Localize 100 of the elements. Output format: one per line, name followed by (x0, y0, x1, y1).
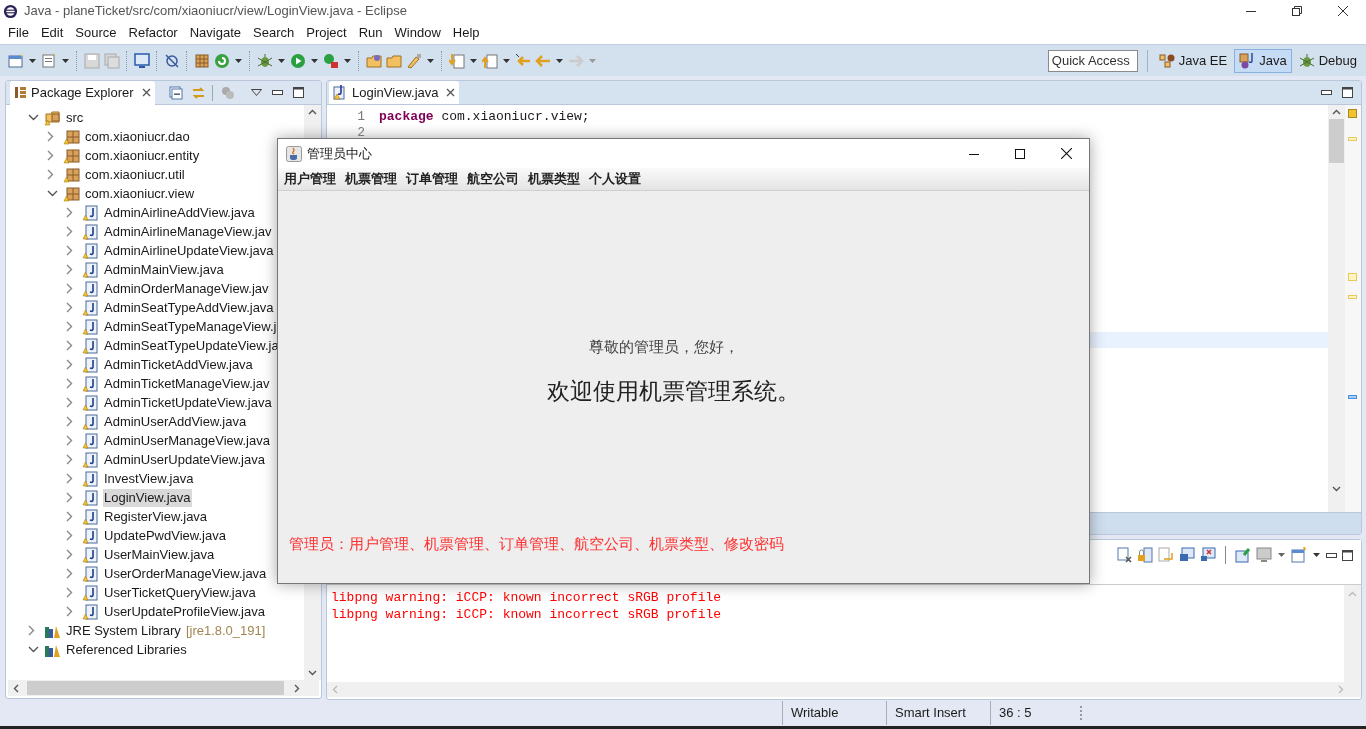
chevron-right-icon[interactable] (66, 359, 73, 370)
menu-item[interactable]: Run (352, 22, 389, 44)
tree-item[interactable]: AdminAirlineAddView.java (103, 203, 256, 222)
tree-item[interactable]: LoginView.java (103, 488, 192, 507)
tree-item[interactable]: AdminUserUpdateView.java (103, 450, 266, 469)
menu-item[interactable]: Window (388, 22, 447, 44)
dropdown-icon[interactable] (277, 57, 286, 64)
scrollbar-thumb[interactable] (1329, 119, 1344, 163)
tree-item[interactable]: AdminUserManageView.java (103, 431, 271, 450)
chevron-down-icon[interactable] (47, 190, 58, 197)
menu-item[interactable]: 机票管理 (341, 168, 401, 190)
menu-item[interactable]: Refactor (122, 22, 184, 44)
grid-icon[interactable] (194, 52, 210, 69)
dropdown-icon[interactable] (343, 57, 352, 64)
bug-icon[interactable] (257, 52, 273, 69)
menu-item[interactable]: Source (69, 22, 123, 44)
open-folder-icon[interactable] (386, 52, 402, 69)
chevron-right-icon[interactable] (66, 264, 73, 275)
perspective-button[interactable]: Java EE (1153, 48, 1233, 73)
chevron-right-icon[interactable] (66, 530, 73, 541)
tree-item[interactable]: src (65, 108, 85, 127)
dropdown-icon[interactable] (1277, 552, 1286, 558)
dropdown-icon[interactable] (555, 57, 564, 64)
maximize-icon[interactable] (1342, 549, 1353, 561)
minimize-icon[interactable] (1326, 552, 1337, 558)
chevron-right-icon[interactable] (66, 378, 73, 389)
chevron-right-icon[interactable] (66, 302, 73, 313)
chevron-right-icon[interactable] (66, 492, 73, 503)
tree-item[interactable]: UserTicketQueryView.java (103, 583, 257, 602)
tree-item[interactable]: UserOrderManageView.java (103, 564, 268, 583)
tree-item[interactable]: Referenced Libraries (65, 640, 188, 659)
menu-item[interactable]: 个人设置 (585, 168, 645, 190)
chevron-right-icon[interactable] (66, 340, 73, 351)
chevron-right-icon[interactable] (66, 207, 73, 218)
chevron-right-icon[interactable] (66, 606, 73, 617)
horizontal-scrollbar[interactable] (8, 680, 319, 696)
dropdown-icon[interactable] (310, 57, 319, 64)
chevron-right-icon[interactable] (66, 245, 73, 256)
tree-item[interactable]: com.xiaoniucr.util (84, 165, 186, 184)
chevron-right-icon[interactable] (66, 511, 73, 522)
chevron-right-icon[interactable] (47, 150, 54, 161)
tree-item[interactable]: com.xiaoniucr.dao (84, 127, 191, 146)
tree-item[interactable]: RegisterView.java (103, 507, 209, 526)
chevron-right-icon[interactable] (66, 568, 73, 579)
dropdown-icon[interactable] (1312, 552, 1321, 558)
chevron-right-icon[interactable] (66, 416, 73, 427)
scrollbar-thumb[interactable] (27, 681, 284, 695)
minimize-icon[interactable] (1321, 89, 1332, 95)
scroll-down-icon[interactable] (1332, 486, 1341, 492)
tree-item[interactable]: AdminOrderManageView.jav (103, 279, 270, 298)
tree-item[interactable]: JRE System Library (65, 621, 182, 640)
chevron-right-icon[interactable] (66, 397, 73, 408)
menu-item[interactable]: Navigate (183, 22, 247, 44)
maximize-icon[interactable] (292, 87, 304, 98)
tree-item[interactable]: AdminMainView.java (103, 260, 225, 279)
menu-item[interactable]: 机票类型 (524, 168, 584, 190)
folder-icon[interactable] (366, 52, 382, 69)
chevron-right-icon[interactable] (66, 549, 73, 560)
scroll-up-icon[interactable] (1332, 109, 1341, 115)
close-icon[interactable] (445, 88, 455, 97)
scroll-down-icon[interactable] (308, 670, 317, 676)
chevron-right-icon[interactable] (28, 625, 35, 636)
chevron-right-icon[interactable] (66, 226, 73, 237)
menu-item[interactable]: Edit (34, 22, 70, 44)
perspective-button[interactable]: Java (1234, 48, 1292, 73)
console-icon[interactable] (134, 52, 150, 69)
scroll-up-icon[interactable] (308, 109, 317, 115)
chevron-down-icon[interactable] (28, 114, 39, 121)
menu-item[interactable]: 用户管理 (280, 168, 340, 190)
close-icon[interactable] (141, 88, 151, 97)
chevron-right-icon[interactable] (47, 169, 54, 180)
dropdown-icon[interactable] (469, 57, 478, 64)
save-icon[interactable] (84, 52, 100, 69)
dropdown-icon[interactable] (234, 57, 243, 64)
tree-item[interactable]: InvestView.java (103, 469, 195, 488)
chevron-right-icon[interactable] (66, 321, 73, 332)
scroll-lock-icon[interactable] (1137, 547, 1153, 563)
tree-item[interactable]: AdminSeatTypeAddView.java (103, 298, 275, 317)
close-icon[interactable] (1060, 148, 1072, 159)
scroll-right-icon[interactable] (294, 683, 300, 693)
scroll-left-icon[interactable] (13, 683, 19, 693)
chevron-right-icon[interactable] (66, 454, 73, 465)
vertical-scrollbar[interactable] (1328, 105, 1345, 512)
tree-item[interactable]: UpdatePwdView.java (103, 526, 227, 545)
close-icon[interactable] (1338, 6, 1348, 16)
menu-item[interactable]: Project (300, 22, 353, 44)
tree-item[interactable]: com.xiaoniucr.view (84, 184, 196, 203)
chevron-right-icon[interactable] (66, 587, 73, 598)
restore-icon[interactable] (1292, 6, 1302, 16)
tree-item[interactable]: AdminTicketManageView.jav (103, 374, 271, 393)
dropdown-icon[interactable] (426, 57, 435, 64)
maximize-icon[interactable] (1015, 148, 1025, 159)
perspective-button[interactable]: Debug (1293, 48, 1362, 73)
tree-item[interactable]: com.xiaoniucr.entity (84, 146, 201, 165)
tree-item[interactable]: AdminTicketUpdateView.java (103, 393, 273, 412)
dropdown-icon[interactable] (28, 57, 37, 64)
tree-item[interactable]: AdminSeatTypeUpdateView.ja (103, 336, 280, 355)
vertical-scrollbar[interactable] (1344, 585, 1361, 682)
chevron-right-icon[interactable] (66, 435, 73, 446)
dropdown-icon[interactable] (502, 57, 511, 64)
